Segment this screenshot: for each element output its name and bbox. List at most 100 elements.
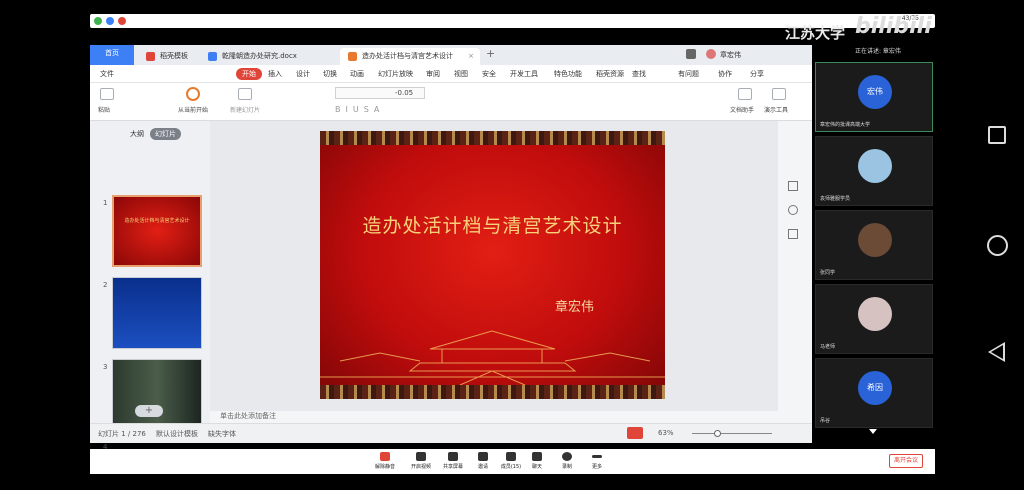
menu-home[interactable]: 开始 xyxy=(236,68,262,80)
menu-resources[interactable]: 稻壳资源 xyxy=(596,68,624,80)
outline-tab[interactable]: 大纲 xyxy=(130,129,144,139)
presentation-tools-icon[interactable] xyxy=(772,88,786,100)
slide-num-1: 1 xyxy=(103,199,108,207)
more-button[interactable]: 更多 xyxy=(582,452,612,470)
add-slide-button[interactable]: + xyxy=(135,405,163,417)
share-icon xyxy=(448,452,458,461)
new-slide-icon[interactable] xyxy=(238,88,252,100)
menu-slideshow[interactable]: 幻灯片放映 xyxy=(378,68,413,80)
slide-sidebar: 大纲 幻灯片 1 造办处活计档与清宫艺术设计 2 3 4 + xyxy=(90,121,210,451)
paste-icon[interactable] xyxy=(100,88,114,100)
participant-tile-4[interactable]: 马老师 xyxy=(815,284,933,354)
record-icon xyxy=(562,452,572,461)
tab-bar: 首页 稻壳模板 乾隆朝造办处研究.docx 造办处活计档与清宫艺术设计 × + 章… xyxy=(90,45,812,65)
menu-share[interactable]: 分享 xyxy=(750,68,764,80)
participant-tile-2[interactable]: 袁师雅服学员 xyxy=(815,136,933,206)
speaker-tag: 正在讲述: 章宏伟 xyxy=(855,48,901,55)
menu-design[interactable]: 设计 xyxy=(296,68,310,80)
menu-help[interactable]: 有问题 xyxy=(678,68,699,80)
camera-icon xyxy=(416,452,426,461)
slide-border-bottom xyxy=(320,385,665,399)
share-button[interactable]: 共享屏幕 xyxy=(438,452,468,470)
menu-insert[interactable]: 插入 xyxy=(268,68,282,80)
invite-icon xyxy=(478,452,488,461)
record-icon xyxy=(118,17,126,25)
slide-thumb-2[interactable] xyxy=(112,277,202,349)
menu-bar: 文件 开始 插入 设计 切换 动画 幻灯片放映 审阅 视图 安全 开发工具 特色… xyxy=(90,65,812,83)
menu-devtools[interactable]: 开发工具 xyxy=(510,68,538,80)
template-name: 默认设计模板 xyxy=(156,430,198,438)
menu-transition[interactable]: 切换 xyxy=(323,68,337,80)
participant-tile-3[interactable]: 张同学 xyxy=(815,210,933,280)
tab-doc[interactable]: 乾隆朝造办处研究.docx xyxy=(200,48,338,65)
user-name: 章宏伟 xyxy=(720,51,741,59)
menu-collab[interactable]: 协作 xyxy=(718,68,732,80)
doc-helper-label: 文档助手 xyxy=(730,107,755,114)
chat-button[interactable]: 聊天 xyxy=(522,452,552,470)
menu-security[interactable]: 安全 xyxy=(482,68,496,80)
slide-border-top xyxy=(320,131,665,145)
home-icon[interactable] xyxy=(987,235,1008,256)
slide-title: 造办处活计档与清宫艺术设计 xyxy=(362,215,623,237)
menu-animation[interactable]: 动画 xyxy=(350,68,364,80)
property-icon[interactable] xyxy=(788,181,798,191)
from-current-label: 从当前开始 xyxy=(178,107,209,114)
right-rail xyxy=(778,121,812,423)
menu-view[interactable]: 视图 xyxy=(454,68,468,80)
tab-ppt[interactable]: 造办处活计档与清宫艺术设计 × xyxy=(340,48,480,65)
mute-button[interactable]: 解除静音 xyxy=(370,452,400,470)
tab-templates[interactable]: 稻壳模板 xyxy=(138,48,198,65)
wifi-icon xyxy=(94,17,102,25)
meeting-bar: 解除静音 开启视频 共享屏幕 邀请 成员(15) 聊天 录制 更多 离开会议 xyxy=(90,449,935,474)
tab-home[interactable]: 首页 xyxy=(90,45,134,65)
menu-find[interactable]: 查找 xyxy=(632,68,646,80)
copy-icon[interactable] xyxy=(788,229,798,239)
mic-icon xyxy=(380,452,390,461)
presentation-tools-label: 演示工具 xyxy=(764,107,789,114)
doc-helper-icon[interactable] xyxy=(738,88,752,100)
avatar[interactable] xyxy=(706,49,716,59)
status-bar: 幻灯片 1 / 276 默认设计模板 缺失字体 63% xyxy=(90,423,812,443)
members-icon xyxy=(506,452,516,461)
back-icon[interactable] xyxy=(988,342,1005,362)
participant-tile-5[interactable]: 希因 吊谷 xyxy=(815,358,933,428)
record-button[interactable]: 录制 xyxy=(552,452,582,470)
new-slide-label: 新建幻灯片 xyxy=(230,107,261,114)
expand-icon[interactable] xyxy=(869,429,877,434)
shield-icon xyxy=(106,17,114,25)
star-icon[interactable] xyxy=(788,205,798,215)
menu-file[interactable]: 文件 xyxy=(100,68,114,80)
menu-features[interactable]: 特色功能 xyxy=(554,68,582,80)
ribbon-toolbar: 粘贴 从当前开始 新建幻灯片 -0.05 BIUSA 文档助手 演示工具 xyxy=(90,83,812,121)
recent-apps-icon[interactable] xyxy=(988,126,1006,144)
slide-num-2: 2 xyxy=(103,281,108,289)
participant-tile-1[interactable]: 宏伟 章宏伟的批课高端大学 xyxy=(815,62,933,132)
font-size-value[interactable]: -0.05 xyxy=(395,89,413,97)
chat-icon xyxy=(532,452,542,461)
slide-num-3: 3 xyxy=(103,363,108,371)
slide-canvas: 造办处活计档与清宫艺术设计 章宏伟 xyxy=(210,121,778,411)
slides-tab[interactable]: 幻灯片 xyxy=(150,128,181,140)
watermark: 江苏大学 xyxy=(785,24,846,42)
zoom-handle[interactable] xyxy=(714,430,721,437)
menu-review[interactable]: 审阅 xyxy=(426,68,440,80)
play-icon[interactable] xyxy=(186,87,200,101)
play-slideshow-button[interactable] xyxy=(627,427,643,439)
video-button[interactable]: 开启视频 xyxy=(406,452,436,470)
slide-thumb-1[interactable]: 造办处活计档与清宫艺术设计 xyxy=(112,195,202,267)
more-icon xyxy=(592,455,602,458)
new-tab-icon[interactable]: + xyxy=(486,47,495,60)
thumb-title: 造办处活计档与清宫艺术设计 xyxy=(124,218,190,224)
ppt-icon xyxy=(348,52,357,61)
slide-thumb-3[interactable] xyxy=(112,359,202,431)
invite-button[interactable]: 邀请 xyxy=(468,452,498,470)
zoom-slider[interactable] xyxy=(692,433,772,434)
leave-meeting-button[interactable]: 离开会议 xyxy=(889,454,923,468)
missing-font[interactable]: 缺失字体 xyxy=(208,429,236,439)
slide-count: 幻灯片 1 / 276 xyxy=(98,430,146,438)
format-buttons[interactable]: BIUSA xyxy=(335,105,384,114)
slide-main[interactable]: 造办处活计档与清宫艺术设计 章宏伟 xyxy=(320,131,665,399)
template-icon xyxy=(146,52,155,61)
close-icon[interactable]: × xyxy=(468,48,474,65)
notes-area[interactable]: 单击此处添加备注 xyxy=(210,411,778,423)
